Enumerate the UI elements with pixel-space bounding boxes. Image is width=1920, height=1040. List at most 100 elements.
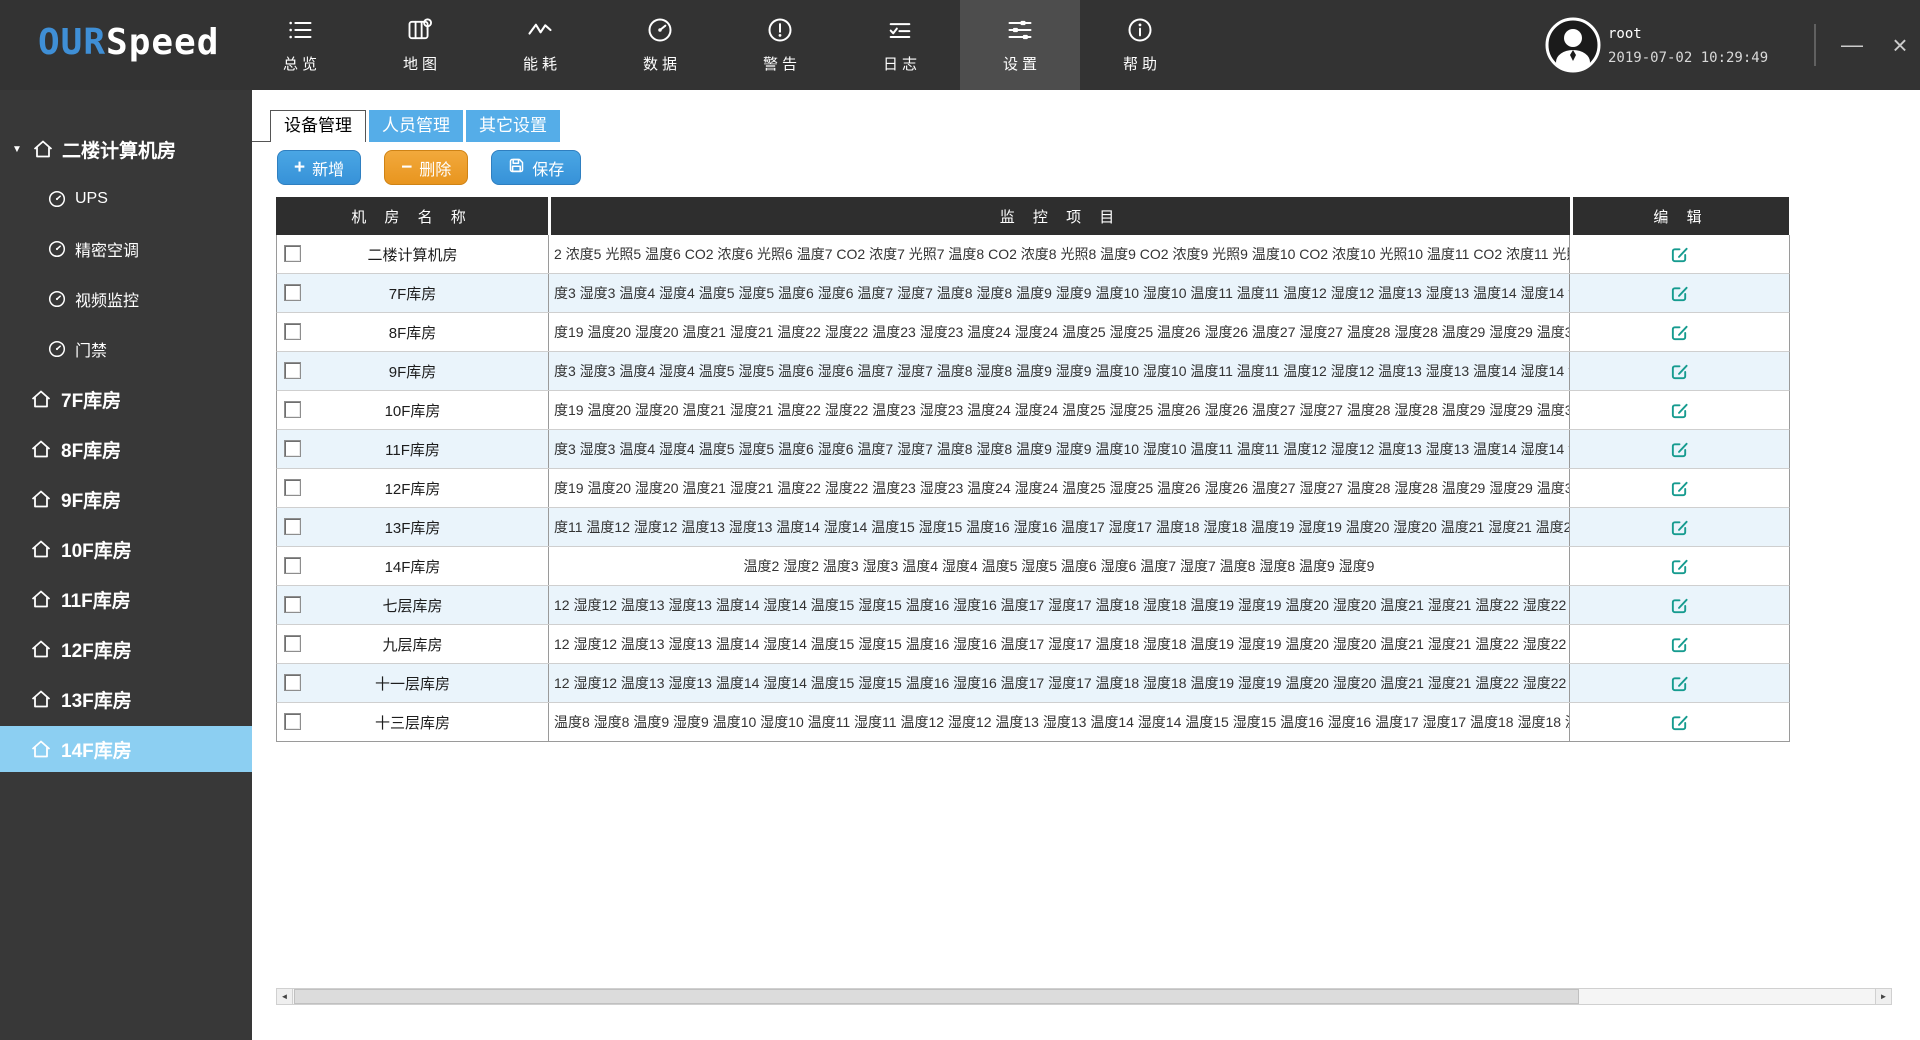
edit-button[interactable] [1670,556,1690,576]
table-row: 十一层库房 12 湿度12 温度13 湿度13 温度14 湿度14 温度15 湿… [276,664,1790,703]
nav-item-log[interactable]: 日志 [840,0,960,90]
add-button[interactable]: + 新增 [277,150,361,185]
sidebar-item-10f[interactable]: 10F库房 [0,526,252,572]
row-checkbox[interactable] [284,245,301,262]
edit-button[interactable] [1670,673,1690,693]
row-checkbox[interactable] [284,362,301,379]
sidebar-item-9f[interactable]: 9F库房 [0,476,252,522]
nav-item-map[interactable]: 地图 [360,0,480,90]
nav-item-settings[interactable]: 设置 [960,0,1080,90]
room-name: 7F库房 [389,283,437,304]
row-checkbox[interactable] [284,284,301,301]
minimize-button[interactable]: — [1832,0,1872,90]
edit-button[interactable] [1670,322,1690,342]
edit-button[interactable] [1670,634,1690,654]
room-name: 9F库房 [389,361,437,382]
tab-device-management[interactable]: 设备管理 [270,110,366,142]
room-cell: 7F库房 [277,274,548,312]
sidebar-item-ups[interactable]: UPS [0,176,252,222]
edit-button[interactable] [1670,283,1690,303]
table-row: 十三层库房 温度8 湿度8 温度9 湿度9 温度10 湿度10 温度11 湿度1… [276,703,1790,742]
nav-label: 地图 [403,53,441,74]
gauge-icon [48,190,66,208]
sidebar: ▼ 二楼计算机房 UPS 精密空调 视频监控 门禁 7F库房 8F库房 9F库房… [0,90,252,1040]
row-checkbox[interactable] [284,479,301,496]
row-checkbox[interactable] [284,596,301,613]
table-row: 七层库房 12 湿度12 温度13 湿度13 温度14 湿度14 温度15 湿度… [276,586,1790,625]
monitor-items: 度3 湿度3 温度4 湿度4 温度5 湿度5 温度6 湿度6 温度7 湿度7 温… [548,430,1570,468]
monitor-items: 温度2 湿度2 温度3 湿度3 温度4 湿度4 温度5 湿度5 温度6 湿度6 … [548,547,1570,585]
sidebar-item-label: 12F库房 [61,636,132,663]
room-name: 8F库房 [389,322,437,343]
nav-item-overview[interactable]: 总览 [240,0,360,90]
edit-button[interactable] [1670,400,1690,420]
tab-underline [252,141,270,142]
row-checkbox[interactable] [284,440,301,457]
delete-button[interactable]: − 删除 [384,150,468,185]
row-checkbox[interactable] [284,635,301,652]
nav-item-energy[interactable]: 能耗 [480,0,600,90]
home-icon [30,488,52,510]
edit-button[interactable] [1670,712,1690,732]
row-checkbox[interactable] [284,557,301,574]
edit-button[interactable] [1670,517,1690,537]
nav-item-alert[interactable]: 警告 [720,0,840,90]
edit-button[interactable] [1670,595,1690,615]
scrollbar-thumb[interactable] [294,989,1579,1004]
map-icon [406,16,434,44]
room-name: 十一层库房 [375,673,450,694]
sidebar-item-14f[interactable]: 14F库房 [0,726,252,772]
user-avatar [1544,16,1602,74]
nav-item-data[interactable]: 数据 [600,0,720,90]
save-button[interactable]: 保存 [491,150,581,185]
room-cell: 10F库房 [277,391,548,429]
sidebar-item-13f[interactable]: 13F库房 [0,676,252,722]
scroll-right-arrow[interactable]: ► [1875,989,1891,1004]
sidebar-item-11f[interactable]: 11F库房 [0,576,252,622]
room-cell: 8F库房 [277,313,548,351]
nav-label: 能耗 [523,53,561,74]
sidebar-item-8f[interactable]: 8F库房 [0,426,252,472]
sidebar-item-access-control[interactable]: 门禁 [0,326,252,372]
row-checkbox[interactable] [284,518,301,535]
room-name: 七层库房 [382,595,442,616]
sidebar-item-label: 精密空调 [75,237,139,261]
home-icon [32,138,54,160]
room-cell: 九层库房 [277,625,548,663]
table-row: 9F库房 度3 湿度3 温度4 湿度4 温度5 湿度5 温度6 湿度6 温度7 … [276,352,1790,391]
sidebar-item-12f[interactable]: 12F库房 [0,626,252,672]
edit-button[interactable] [1670,244,1690,264]
edit-button[interactable] [1670,361,1690,381]
monitor-items: 度19 温度20 湿度20 温度21 湿度21 温度22 湿度22 温度23 湿… [548,313,1570,351]
room-name: 12F库房 [385,478,441,499]
room-name: 11F库房 [385,439,440,460]
sidebar-item-label: 7F库房 [61,386,121,413]
gauge-icon [48,290,66,308]
sidebar-item-7f[interactable]: 7F库房 [0,376,252,422]
horizontal-scrollbar[interactable]: ◄ ► [276,988,1892,1005]
sidebar-item-label: 10F库房 [61,536,132,563]
sidebar-item-precision-ac[interactable]: 精密空调 [0,226,252,272]
close-button[interactable]: × [1880,0,1920,90]
scroll-left-arrow[interactable]: ◄ [277,989,293,1004]
sidebar-item-video-monitor[interactable]: 视频监控 [0,276,252,322]
tab-other-settings[interactable]: 其它设置 [466,110,560,142]
edit-button[interactable] [1670,439,1690,459]
table-row: 11F库房 度3 湿度3 温度4 湿度4 温度5 湿度5 温度6 湿度6 温度7… [276,430,1790,469]
sidebar-item-label: UPS [75,190,108,208]
row-checkbox[interactable] [284,713,301,730]
table-row: 二楼计算机房 2 浓度5 光照5 温度6 CO2 浓度6 光照6 温度7 CO2… [276,235,1790,274]
row-checkbox[interactable] [284,674,301,691]
row-checkbox[interactable] [284,401,301,418]
home-icon [30,738,52,760]
tab-personnel-management[interactable]: 人员管理 [369,110,463,142]
sidebar-item-label: 视频监控 [75,287,139,311]
row-checkbox[interactable] [284,323,301,340]
room-cell: 二楼计算机房 [277,235,548,273]
nav-item-help[interactable]: 帮助 [1080,0,1200,90]
room-cell: 七层库房 [277,586,548,624]
sidebar-item-2f-computer-room[interactable]: ▼ 二楼计算机房 [0,126,252,172]
nav-label: 日志 [883,53,921,74]
edit-button[interactable] [1670,478,1690,498]
pulse-icon [526,16,554,44]
